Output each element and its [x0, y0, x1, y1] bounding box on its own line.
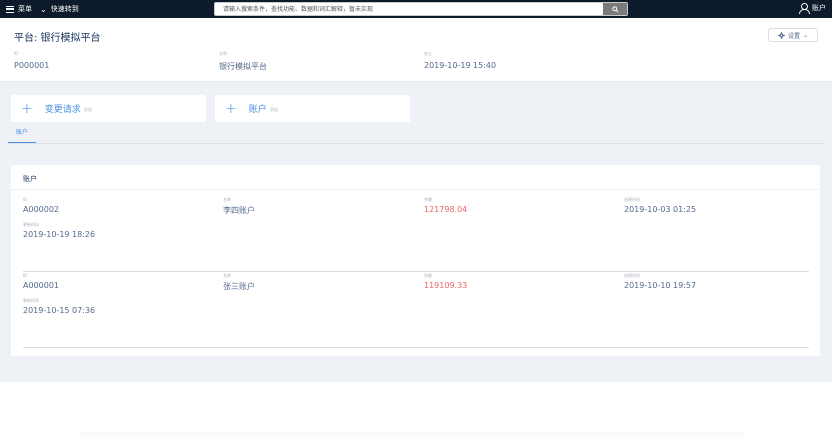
accounts-panel: 账户 ID A000002 名称 李四账户 余额 121798.04 创建时间 …: [11, 165, 820, 356]
plus-icon: +: [21, 100, 33, 117]
chevron-down-icon: ⌄: [802, 31, 809, 39]
field-value: 2019-10-03 01:25: [624, 205, 697, 214]
menu-label[interactable]: 菜单: [18, 4, 32, 14]
field-value: 张三账户: [223, 282, 255, 291]
record-created-field: 创建时间 2019-10-03 01:25: [624, 197, 696, 214]
field-value: 2019-10-10 19:57: [624, 281, 697, 290]
field-label: 余额: [424, 273, 432, 278]
field-label: 名称: [223, 197, 231, 202]
account-menu[interactable]: 账户: [799, 3, 826, 14]
panel-divider: [11, 189, 820, 190]
user-icon: [799, 3, 810, 14]
record-amount-field: 余额 121798.04: [424, 197, 467, 214]
footer-shadow: [80, 432, 745, 440]
field-label: 创立: [424, 51, 432, 56]
field-label: ID: [14, 51, 19, 56]
account-label: 账户: [812, 4, 826, 12]
settings-button[interactable]: 设置 ⌄: [768, 28, 818, 42]
field-label: 更新时间: [23, 298, 39, 303]
header-field-created: 创立 2019-10-19 15:40: [424, 51, 496, 70]
record-updated-field: 更新时间 2019-10-19 18:26: [23, 222, 95, 239]
plus-icon: +: [225, 100, 237, 117]
action-label: 账户: [248, 105, 267, 115]
search-icon: [611, 5, 619, 13]
search-button[interactable]: [603, 3, 627, 15]
field-value: 2019-10-19 18:26: [23, 230, 96, 239]
field-value: 银行模拟平台: [219, 62, 267, 71]
tab-accounts[interactable]: 账户: [8, 129, 36, 143]
hamburger-icon[interactable]: [6, 5, 14, 13]
field-value: 121798.04: [424, 205, 468, 214]
account-record[interactable]: ID A000002 名称 李四账户 余额 121798.04 创建时间 201…: [23, 197, 809, 272]
field-label: 更新时间: [23, 222, 39, 227]
field-label: 余额: [424, 197, 432, 202]
field-value: 李四账户: [223, 206, 255, 215]
field-value: P000001: [14, 61, 50, 70]
header-field-name: 名称 银行模拟平台: [219, 51, 267, 72]
record-id-field: ID A000002: [23, 197, 59, 214]
page-title: 平台: 银行模拟平台: [14, 33, 101, 44]
panel-title: 账户: [23, 175, 37, 183]
account-record[interactable]: ID A000001 名称 张三账户 余额 119109.33 创建时间 201…: [23, 273, 809, 348]
field-label: 名称: [223, 273, 231, 278]
field-value: A000001: [23, 281, 60, 290]
add-account-button[interactable]: + 账户 添加: [215, 95, 410, 122]
search-input[interactable]: [215, 3, 603, 15]
add-change-request-button[interactable]: + 变更请求 添加: [11, 95, 206, 122]
gear-icon: [778, 31, 785, 39]
field-label: 名称: [219, 51, 227, 56]
tab-divider: [8, 143, 824, 144]
field-label: 创建时间: [624, 197, 640, 202]
quick-jump-label[interactable]: 快速转到: [51, 4, 79, 14]
global-search: [214, 2, 628, 16]
field-value: 2019-10-19 15:40: [424, 61, 497, 70]
menu-area: 菜单 ⌄ 快速转到: [6, 4, 79, 14]
record-name-field: 名称 张三账户: [223, 273, 255, 292]
field-label: ID: [23, 197, 28, 202]
record-header: 平台: 银行模拟平台 设置 ⌄ ID P000001 名称 银行模拟平台 创立 …: [0, 18, 832, 82]
record-amount-field: 余额 119109.33: [424, 273, 467, 290]
header-field-id: ID P000001: [14, 51, 49, 70]
record-name-field: 名称 李四账户: [223, 197, 255, 216]
field-label: ID: [23, 273, 28, 278]
field-value: A000002: [23, 205, 60, 214]
field-value: 119109.33: [424, 281, 468, 290]
record-created-field: 创建时间 2019-10-10 19:57: [624, 273, 696, 290]
field-value: 2019-10-15 07:36: [23, 306, 96, 315]
settings-label: 设置: [787, 32, 800, 40]
record-id-field: ID A000001: [23, 273, 59, 290]
action-sub-label: 添加: [269, 106, 278, 112]
action-sub-label: 添加: [83, 106, 92, 112]
record-updated-field: 更新时间 2019-10-15 07:36: [23, 298, 95, 315]
action-label: 变更请求: [44, 105, 81, 115]
chevron-down-icon[interactable]: ⌄: [40, 5, 47, 14]
top-bar: 菜单 ⌄ 快速转到 账户: [0, 0, 832, 18]
field-label: 创建时间: [624, 273, 640, 278]
